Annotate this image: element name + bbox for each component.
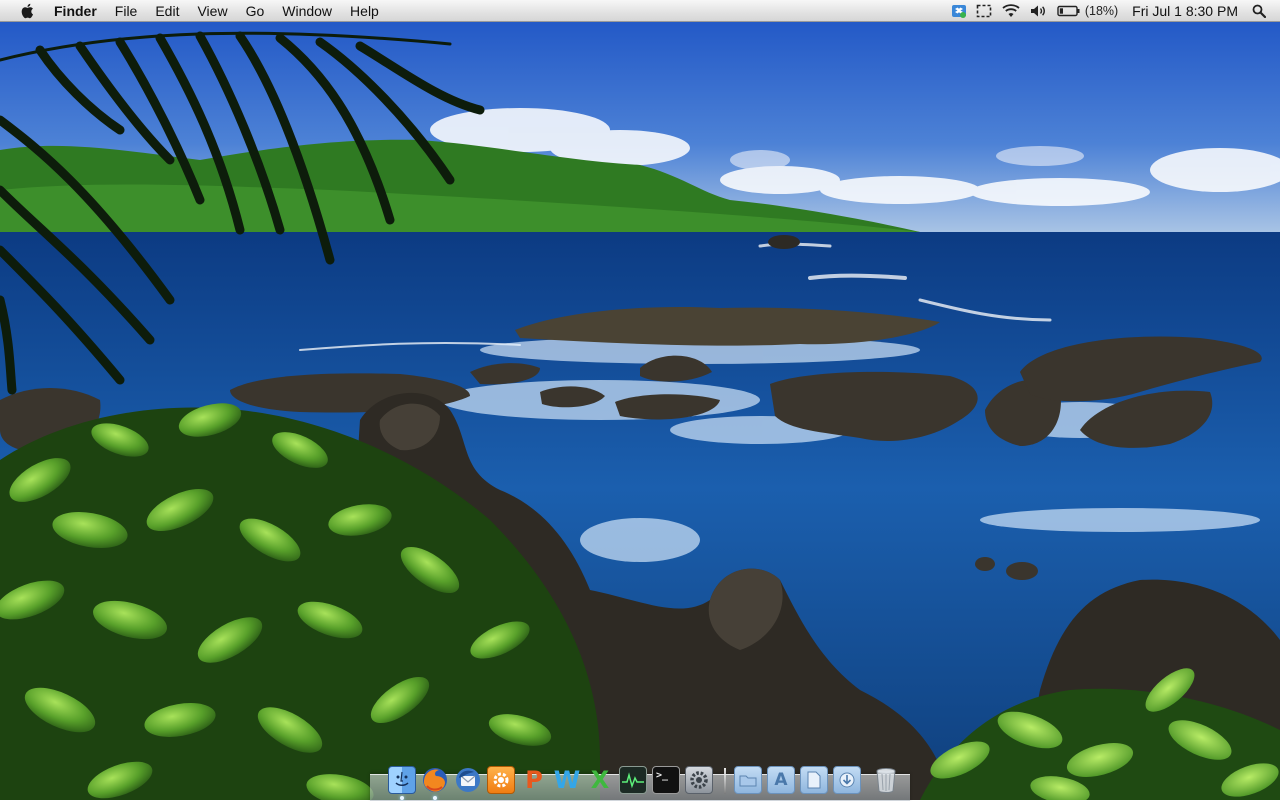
dock-separator [724,768,726,794]
applications-glyph: A [774,770,788,790]
battery-icon[interactable]: (18%) [1057,0,1118,22]
powerpoint-icon[interactable]: P [520,766,548,794]
thunderbird-icon[interactable] [454,766,482,794]
menu-left: Finder File Edit View Go Window Help [0,0,388,22]
terminal-glyph: >_ [656,770,669,781]
word-icon[interactable]: W [553,766,581,794]
menu-edit[interactable]: Edit [146,0,188,22]
spotlight-search-icon[interactable] [1252,0,1266,22]
running-indicator-finder [400,796,404,800]
documents-folder-icon[interactable] [734,766,762,794]
word-glyph: W [553,766,581,794]
excel-glyph: X [590,766,610,794]
battery-percent: (18%) [1084,3,1119,18]
menu-file[interactable]: File [106,0,147,22]
menu-window[interactable]: Window [273,0,341,22]
excel-icon[interactable]: X [586,766,614,794]
powerpoint-glyph: P [525,766,543,794]
volume-icon[interactable] [1030,0,1048,22]
running-indicator-firefox [433,796,437,800]
firefox-icon[interactable] [421,766,449,794]
wifi-icon[interactable] [1001,0,1021,22]
files-folder-icon[interactable] [800,766,828,794]
dock: P W X >_ A [370,766,910,801]
menu-extras: (18%) Fri Jul 1 8:30 PM [942,0,1280,22]
menu-view[interactable]: View [188,0,236,22]
menu-help[interactable]: Help [341,0,388,22]
menu-clock[interactable]: Fri Jul 1 8:30 PM [1132,3,1238,19]
terminal-icon[interactable]: >_ [652,766,680,794]
trash-icon[interactable] [872,766,900,794]
menu-bar: Finder File Edit View Go Window Help (18… [0,0,1280,22]
apple-logo-icon[interactable] [16,0,38,22]
system-preferences-icon[interactable] [685,766,713,794]
screen-selection-icon[interactable] [976,0,992,22]
downloads-folder-icon[interactable] [833,766,861,794]
finder-icon[interactable] [388,766,416,794]
settings-app-icon[interactable] [487,766,515,794]
desktop-wallpaper [0,0,1280,800]
dropbox-icon[interactable] [951,0,967,22]
dock-icons: P W X >_ A [388,766,905,794]
menu-go[interactable]: Go [237,0,274,22]
applications-folder-icon[interactable]: A [767,766,795,794]
activity-monitor-icon[interactable] [619,766,647,794]
menu-app-finder[interactable]: Finder [50,0,106,22]
